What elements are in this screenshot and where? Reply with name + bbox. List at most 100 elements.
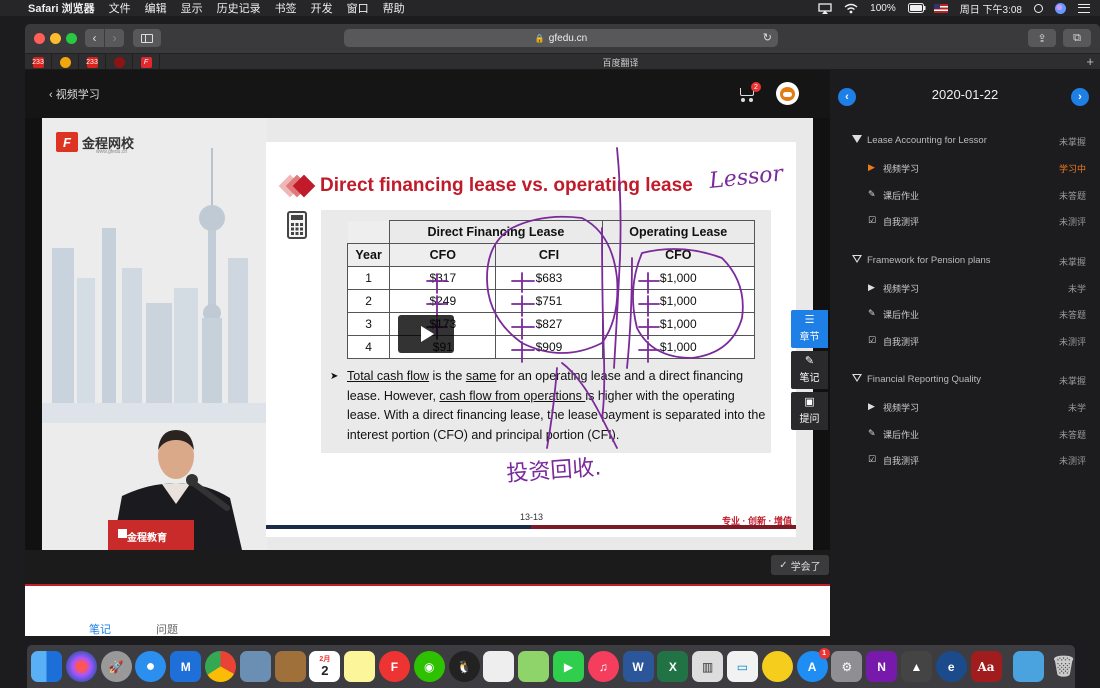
lesson-item[interactable]: ☑ 自我测评 未测评 — [830, 446, 1100, 473]
address-bar[interactable]: 🔒 gfedu.cn ↻ — [344, 29, 778, 47]
play-icon[interactable] — [398, 315, 454, 353]
chrome-icon[interactable] — [204, 651, 236, 682]
chapter-header[interactable]: Framework for Pension plans 未掌握 — [830, 248, 1100, 274]
onenote-icon[interactable]: N — [866, 651, 898, 682]
tab-questions[interactable]: 问题 — [156, 621, 178, 636]
siri-icon[interactable] — [1055, 2, 1066, 14]
gfedu-app-icon[interactable]: F — [378, 651, 410, 682]
lesson-item[interactable]: ☑ 自我测评 未测评 — [830, 207, 1100, 234]
back-to-video-link[interactable]: ‹ 视频学习 — [49, 86, 100, 102]
side-tab-questions[interactable]: ▣ 提问 — [791, 392, 828, 430]
safari-compass-icon[interactable] — [135, 651, 167, 682]
numbers-chart-icon[interactable]: ▥ — [692, 651, 724, 682]
close-window-button[interactable] — [34, 33, 45, 44]
pinned-tab-2[interactable] — [52, 54, 79, 70]
learned-button[interactable]: ✓ 学会了 — [771, 555, 829, 575]
brand-url: www.gfedu.cn — [96, 149, 128, 155]
calendar-icon[interactable]: 2月 2 — [309, 651, 341, 682]
share-button[interactable]: ⇪ — [1028, 29, 1056, 47]
chapter-header[interactable]: Financial Reporting Quality 未掌握 — [830, 367, 1100, 393]
menu-window[interactable]: 窗口 — [347, 0, 369, 16]
menu-bookmarks[interactable]: 书签 — [275, 0, 297, 16]
lesson-item[interactable]: ✎ 课后作业 未答题 — [830, 420, 1100, 447]
siri-icon[interactable] — [65, 651, 97, 682]
next-date-button[interactable]: › — [1071, 88, 1089, 106]
browser-forward-button[interactable]: › — [105, 29, 124, 47]
keynote-icon[interactable]: ▭ — [726, 651, 758, 682]
facetime-icon[interactable]: ▶ — [552, 651, 584, 682]
tab-notes[interactable]: 笔记 — [89, 621, 111, 636]
lesson-item[interactable]: ✎ 课后作业 未答题 — [830, 181, 1100, 208]
show-tabs-button[interactable]: ⧉ — [1063, 29, 1091, 47]
menu-app-name[interactable]: Safari 浏览器 — [28, 0, 95, 16]
qq-penguin-icon[interactable]: 🐧 — [448, 651, 480, 682]
airplay-icon[interactable] — [818, 3, 832, 14]
trash-icon[interactable]: 🗑 — [1048, 651, 1079, 682]
chapter-item: Framework for Pension plans 未掌握 ▶ 视频学习 未… — [830, 248, 1100, 354]
reload-icon[interactable]: ↻ — [763, 31, 772, 44]
dictionary-icon[interactable]: Aa — [970, 651, 1002, 682]
word-icon[interactable]: W — [622, 651, 654, 682]
expand-triangle-icon — [852, 135, 862, 143]
preview-photos-icon[interactable] — [239, 651, 271, 682]
minimize-window-button[interactable] — [50, 33, 61, 44]
maps-icon[interactable] — [518, 651, 550, 682]
lesson-item[interactable]: ▶ 视频学习 未学 — [830, 393, 1100, 420]
wifi-icon[interactable] — [844, 3, 858, 14]
browser-back-button[interactable]: ‹ — [85, 29, 104, 47]
lesson-item[interactable]: ▶ 视频学习 未学 — [830, 274, 1100, 301]
browser-e-icon[interactable]: e — [935, 651, 967, 682]
chapter-header[interactable]: Lease Accounting for Lessor 未掌握 — [830, 128, 1100, 154]
chapter-title: Lease Accounting for Lessor — [867, 135, 987, 146]
cell-op-cfo: $1,000 — [601, 312, 756, 336]
menu-file[interactable]: 文件 — [109, 0, 131, 16]
side-tab-notes[interactable]: ✎ 笔记 — [791, 351, 828, 389]
stickies-icon[interactable] — [344, 651, 376, 682]
parallels-icon[interactable]: ▲ — [900, 651, 932, 682]
sidebar-toggle-button[interactable] — [133, 29, 161, 47]
pinned-tab-1[interactable]: 233 — [25, 54, 52, 70]
active-tab[interactable]: 百度翻译 — [162, 54, 1079, 70]
applications-folder-icon[interactable] — [1013, 651, 1045, 682]
pinned-tab-3[interactable]: 233 — [79, 54, 106, 70]
taxi-app-icon[interactable] — [761, 651, 793, 682]
new-tab-button[interactable]: + — [1086, 54, 1094, 70]
side-tab-label: 提问 — [799, 414, 820, 425]
pinned-tab-5[interactable]: F — [133, 54, 160, 70]
app-store-icon[interactable]: A1 — [796, 648, 830, 682]
menu-develop[interactable]: 开发 — [311, 0, 333, 16]
cell-op-cfo: $1,000 — [601, 289, 756, 313]
finder-icon[interactable] — [31, 651, 62, 682]
fullscreen-window-button[interactable] — [66, 33, 77, 44]
wechat-icon[interactable]: ◉ — [413, 651, 445, 682]
excel-icon[interactable]: X — [657, 651, 689, 682]
side-tab-chapters[interactable]: ☰ 章节 — [791, 310, 828, 348]
pencil-icon: ✎ — [868, 188, 876, 199]
reminders-icon[interactable] — [483, 651, 515, 682]
cell-cfi: $909 — [495, 335, 603, 359]
menu-edit[interactable]: 编辑 — [145, 0, 167, 16]
pinned-tab-4[interactable] — [106, 54, 133, 70]
menu-view[interactable]: 显示 — [181, 0, 203, 16]
notification-center-icon[interactable] — [1078, 3, 1090, 13]
shopping-cart-icon[interactable]: 2 — [737, 82, 761, 102]
system-preferences-gear-icon[interactable]: ⚙ — [831, 651, 863, 682]
launchpad-rocket-icon[interactable]: 🚀 — [100, 651, 132, 682]
expand-triangle-icon — [852, 374, 862, 382]
pinned-site-icon — [113, 56, 125, 68]
cell-year: 1 — [346, 266, 391, 290]
menubar-clock[interactable]: 周日 下午3:08 — [960, 1, 1022, 16]
user-avatar[interactable] — [776, 82, 799, 105]
menu-history[interactable]: 历史记录 — [217, 0, 261, 16]
notes-book-icon[interactable] — [274, 651, 306, 682]
video-player[interactable]: F 金程网校 www.gfedu.cn Direct financing lea… — [42, 118, 813, 550]
lesson-item[interactable]: ▶ 视频学习 学习中 — [830, 154, 1100, 181]
lesson-item[interactable]: ✎ 课后作业 未答题 — [830, 300, 1100, 327]
menu-help[interactable]: 帮助 — [383, 0, 405, 16]
input-source-flag-icon[interactable] — [933, 3, 948, 13]
maxthon-icon[interactable]: M — [170, 651, 202, 682]
battery-icon[interactable] — [907, 3, 926, 13]
spotlight-search-icon[interactable] — [1034, 3, 1043, 13]
lesson-item[interactable]: ☑ 自我测评 未测评 — [830, 327, 1100, 354]
music-note-icon[interactable]: ♫ — [587, 651, 619, 682]
